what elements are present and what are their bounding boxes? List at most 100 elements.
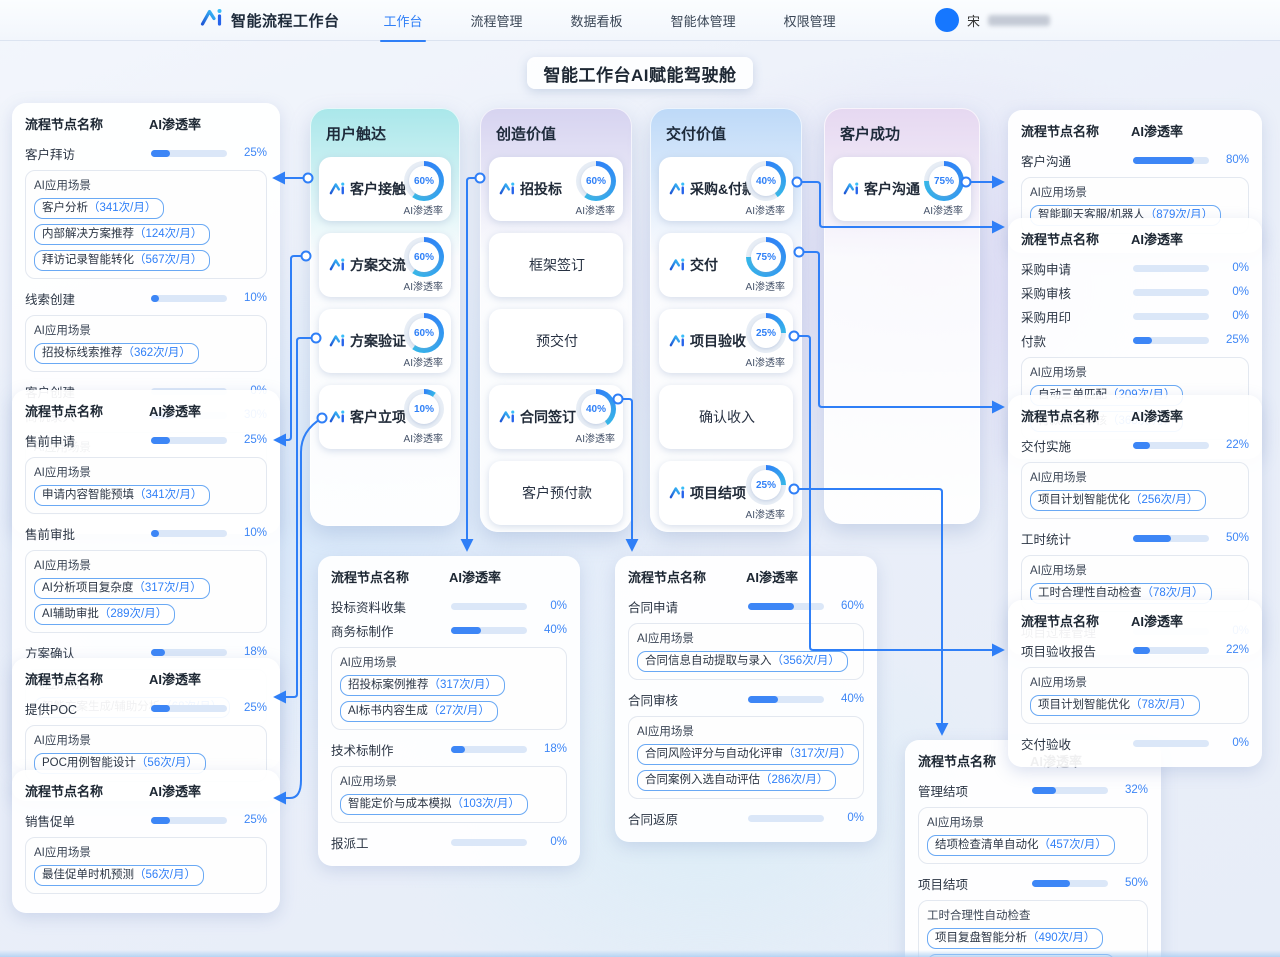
donut-caption: AI渗透率 (576, 430, 615, 445)
ai-scenario-tag[interactable]: 项目计划智能优化 （256次/月） (1030, 490, 1206, 511)
ai-scenario-label: AI应用场景 (1030, 184, 1240, 200)
stage-node-card[interactable]: 方案交流 60% AI渗透率 (319, 233, 451, 297)
stage-node-card[interactable]: 预交付 (489, 309, 623, 373)
stage-node-card[interactable]: 项目验收 25% AI渗透率 (659, 309, 793, 373)
process-node-row[interactable]: 管理结项 32% (918, 778, 1148, 802)
process-node-name: 采购申请 (1021, 259, 1133, 278)
penetration-bar (451, 627, 527, 634)
process-node-row[interactable]: 投标资料收集 0% (331, 594, 567, 618)
process-node-row[interactable]: 交付实施 22% (1021, 433, 1249, 457)
ai-scenario-tag[interactable]: 申请内容智能预填 （341次/月） (34, 485, 210, 506)
app-brand[interactable]: 智能流程工作台 (200, 8, 340, 33)
tag-count: （490次/月） (1027, 931, 1095, 946)
column-header-rate: AI渗透率 (746, 567, 864, 586)
ai-scenario-tag[interactable]: 招投标案例推荐 （317次/月） (340, 675, 505, 696)
donut-percentage: 60% (414, 328, 434, 339)
ai-scenario-tag[interactable]: 智能定价与成本模拟 （103次/月） (340, 794, 528, 815)
stage-node-card[interactable]: 客户接触 60% AI渗透率 (319, 157, 451, 221)
ai-scenario-tag[interactable]: 结项检查清单自动化 （457次/月） (927, 835, 1115, 856)
process-node-name: 提供POC (25, 699, 151, 718)
card-header: 流程节点名称 AI渗透率 (1021, 406, 1249, 425)
ai-scenario-tag[interactable]: 合同信息自动提取与录入 （356次/月） (637, 651, 848, 672)
process-node-row[interactable]: 合同返原 0% (628, 806, 864, 830)
process-node-row[interactable]: 合同申请 60% (628, 594, 864, 618)
ai-logo-icon (669, 486, 686, 500)
process-node-row[interactable]: 报派工 0% (331, 830, 567, 854)
stage-node-card[interactable]: 方案验证 60% AI渗透率 (319, 309, 451, 373)
process-node-row[interactable]: 项目验收报告 22% (1021, 638, 1249, 662)
ai-scenario-tag[interactable]: AI分析项目复杂度 （317次/月） (34, 578, 210, 599)
ai-scenario-tag[interactable]: 拜访记录智能转化 （567次/月） (34, 250, 210, 271)
process-node-row[interactable]: 售前申请 25% (25, 428, 267, 452)
ai-scenario-tag[interactable]: AI标书内容生成 （27次/月） (340, 701, 498, 722)
stage-node-card[interactable]: 客户预付款 (489, 461, 623, 525)
nav-item[interactable]: 流程管理 (469, 7, 525, 34)
process-node-row[interactable]: 合同审核 40% (628, 687, 864, 711)
nav-item[interactable]: 权限管理 (782, 7, 838, 34)
process-node-row[interactable]: 商务标制作 40% (331, 618, 567, 642)
stage-node-card[interactable]: 招投标 60% AI渗透率 (489, 157, 623, 221)
ai-scenario-tags: 招投标案例推荐 （317次/月） AI标书内容生成 （27次/月） (340, 675, 558, 722)
donut-percentage: 60% (414, 176, 434, 187)
process-node-row[interactable]: 线索创建 10% (25, 286, 267, 310)
process-node-row[interactable]: 工时统计 50% (1021, 526, 1249, 550)
ai-scenario-tag[interactable]: 项目复盘智能分析 （490次/月） (927, 928, 1103, 949)
penetration-bar (1133, 313, 1209, 320)
stage-node-card[interactable]: 合同签订 40% AI渗透率 (489, 385, 623, 449)
nav-item[interactable]: 数据看板 (569, 7, 625, 34)
process-node-row[interactable]: 客户拜访 25% (25, 141, 267, 165)
ai-scenario-tag[interactable]: 合同案例入选自动评估 （286次/月） (637, 770, 836, 791)
penetration-bar (1133, 337, 1209, 344)
process-node-row[interactable]: 项目结项 50% (918, 871, 1148, 895)
ai-scenario-tag[interactable]: 合同风险评分与自动化评审 （317次/月） (637, 744, 859, 765)
process-node-row[interactable]: 采购申请 0% (1021, 256, 1249, 280)
ai-scenario-tag[interactable]: 客户分析 （341次/月） (34, 198, 164, 219)
ai-logo-icon (669, 334, 686, 348)
stage-node-card[interactable]: 采购&付款 40% AI渗透率 (659, 157, 793, 221)
tag-name: 项目复盘智能分析 (935, 931, 1027, 946)
nav-item[interactable]: 工作台 (382, 7, 425, 34)
penetration-bar (451, 839, 527, 846)
tag-name: 招投标线索推荐 (42, 346, 123, 361)
stage-node-card[interactable]: 项目结项 25% AI渗透率 (659, 461, 793, 525)
ai-scenario-tag[interactable]: 内部解决方案推荐 （124次/月） (34, 224, 210, 245)
process-node-row[interactable]: 销售促单 25% (25, 808, 267, 832)
ai-logo-icon (499, 410, 516, 424)
process-node-row[interactable]: 售前审批 10% (25, 521, 267, 545)
ai-scenario-tag[interactable]: 最佳促单时机预测 （56次/月） (34, 865, 204, 886)
stage-node-card[interactable]: 框架签订 (489, 233, 623, 297)
tag-count: （286次/月） (760, 773, 828, 788)
stage-node-card[interactable]: 客户沟通 75% AI渗透率 (833, 157, 971, 221)
ai-scenario-label: AI应用场景 (340, 654, 558, 670)
stage-node-card[interactable]: 确认收入 (659, 385, 793, 449)
ai-scenario-tag[interactable]: 项目计划智能优化 （78次/月） (1030, 695, 1200, 716)
nav-item[interactable]: 智能体管理 (669, 7, 738, 34)
nav-active-underline (380, 40, 426, 42)
ai-scenario-tag[interactable]: AI辅助审批 （289次/月） (34, 604, 175, 625)
user-avatar[interactable] (935, 8, 959, 32)
process-node-row[interactable]: 提供POC 25% (25, 696, 267, 720)
stage-node-card[interactable]: 客户立项 10% AI渗透率 (319, 385, 451, 449)
penetration-value: 18% (227, 646, 267, 658)
process-node-row[interactable]: 采购用印 0% (1021, 304, 1249, 328)
ai-penetration-donut: 40% (576, 389, 616, 429)
process-node-row[interactable]: 采购审核 0% (1021, 280, 1249, 304)
process-node-row[interactable]: 技术标制作 18% (331, 737, 567, 761)
stage-title: 创造价值 (496, 123, 623, 144)
penetration-bar-fill (451, 746, 465, 753)
stage-node-card[interactable]: 交付 75% AI渗透率 (659, 233, 793, 297)
donut-percentage: 10% (414, 404, 434, 415)
tag-name: 招投标案例推荐 (348, 678, 429, 693)
process-node-row[interactable]: 客户沟通 80% (1021, 148, 1249, 172)
process-node-row[interactable]: 付款 25% (1021, 328, 1249, 352)
nav-user[interactable]: 宋 (935, 8, 1050, 32)
ai-scenario-tag[interactable]: 招投标线索推荐 （362次/月） (34, 343, 199, 364)
column-header-rate: AI渗透率 (1131, 229, 1249, 248)
process-node-row[interactable]: 交付验收 0% (1021, 731, 1249, 755)
stage-column-customer-success: 客户成功 客户沟通 75% AI渗透率 (824, 108, 980, 524)
detail-card-bidding: 流程节点名称 AI渗透率 投标资料收集 0% 商务标制作 40% AI应用场景 … (318, 556, 580, 866)
penetration-bar-fill (151, 295, 159, 302)
penetration-bar (1032, 880, 1108, 887)
tag-count: （78次/月） (1130, 698, 1192, 713)
donut-percentage: 75% (934, 176, 954, 187)
